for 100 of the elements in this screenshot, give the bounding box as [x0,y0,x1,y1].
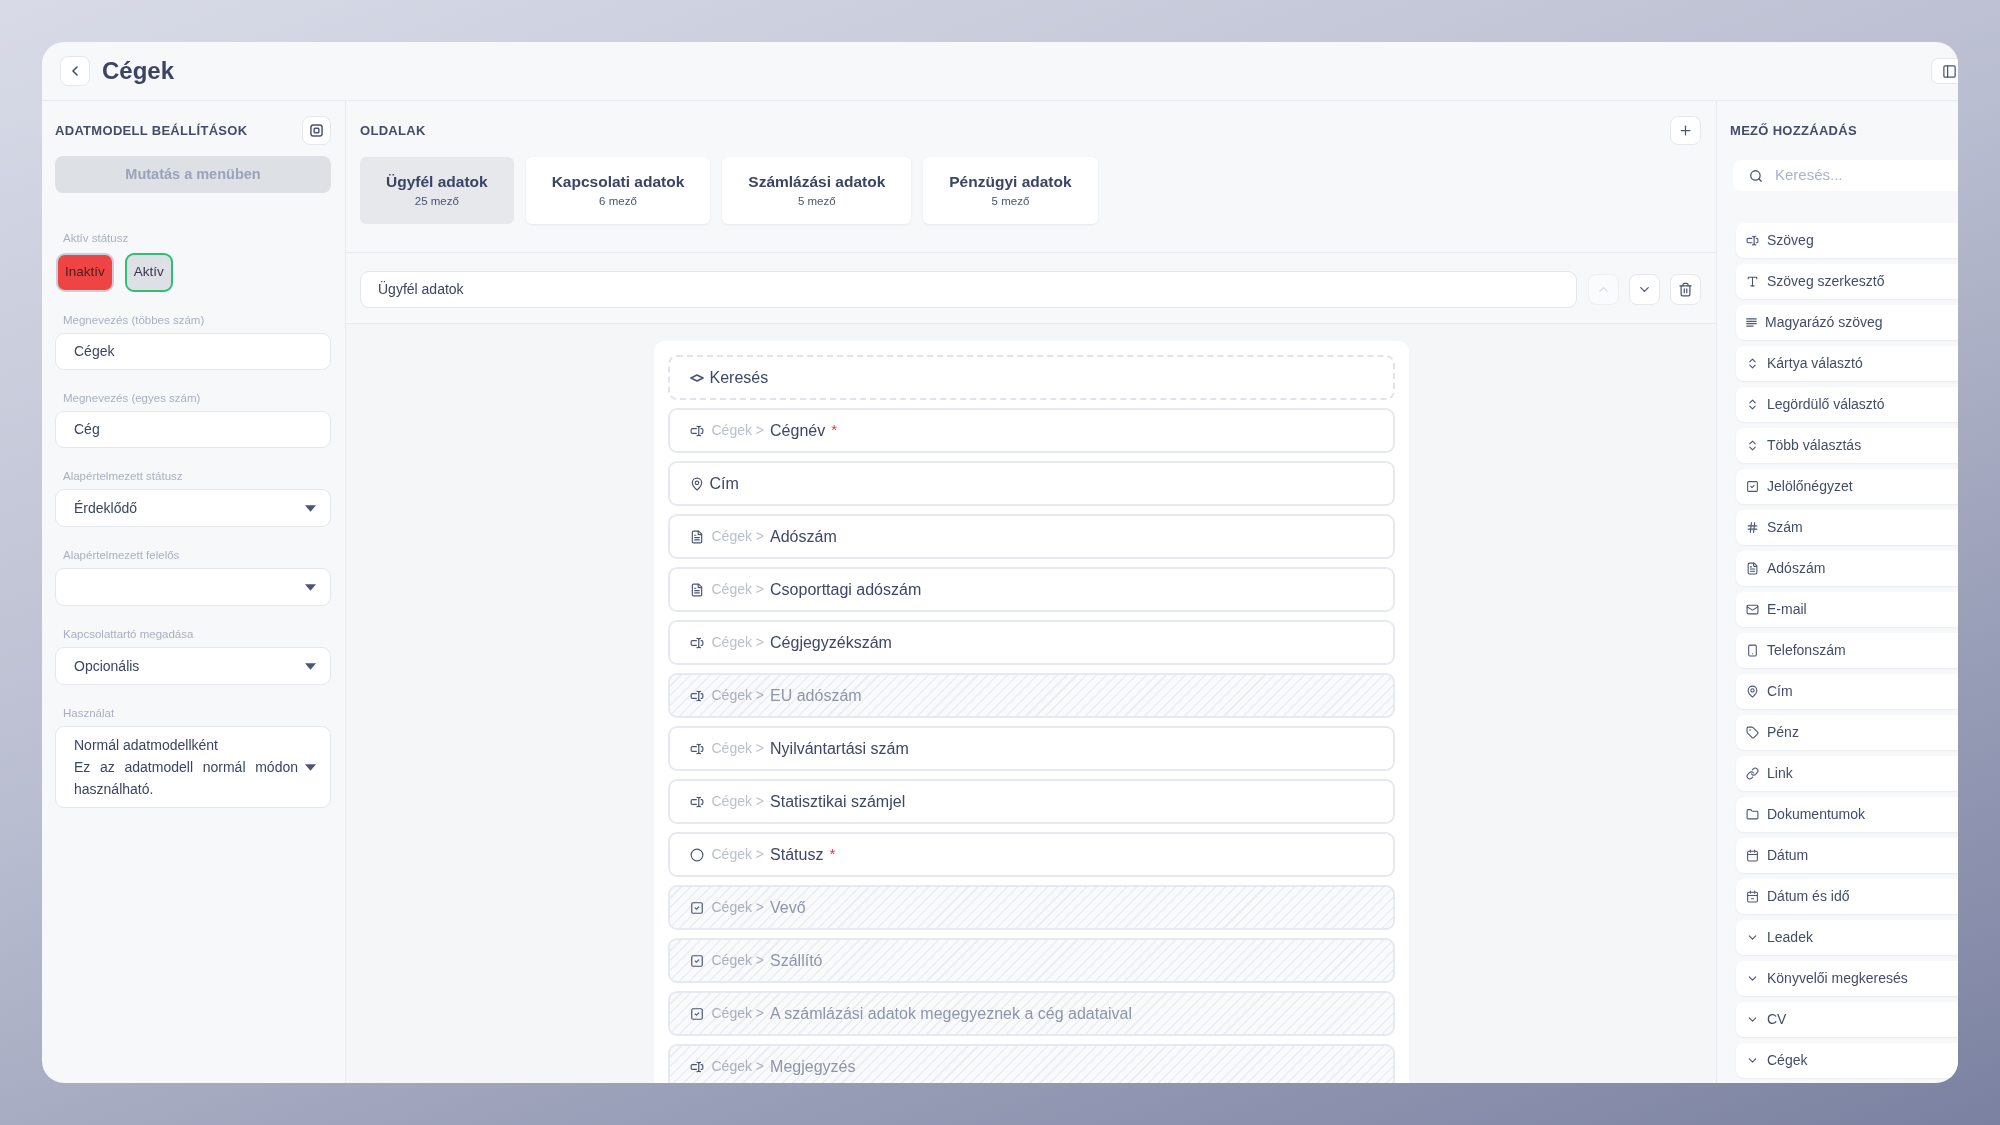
field-type-item[interactable]: Cím [1736,674,1958,709]
field-row[interactable]: Cégek > Státusz * [667,832,1395,877]
diamond-icon [689,373,704,382]
field-name: Keresés [709,367,769,388]
map-pin-icon [1746,685,1759,698]
square-in-square-icon [310,124,323,137]
field-name: Megjegyzés [770,1056,856,1077]
document-icon [689,582,704,597]
path-text: Cégek > [711,527,765,546]
field-label: Kapcsolattartó megadása [62,627,194,641]
checkbox-icon [1746,480,1759,493]
field-name: A számlázási adatok megegyeznek a cég adataival [770,1003,1133,1024]
field-name: Státusz [770,844,824,865]
field-type-item[interactable]: Könyvelői megkeresés [1736,961,1958,996]
field-type-item[interactable]: Dokumentumok [1736,797,1958,832]
field-type-item[interactable]: Dátum [1736,838,1958,873]
field-type-item[interactable]: Adószám [1736,551,1958,586]
field-label: Használat [62,706,115,720]
field-label: Megnevezés (egyes szám) [62,391,201,405]
field-type-item[interactable]: Több választás [1736,428,1958,463]
settings-button[interactable] [302,116,331,145]
field-row[interactable]: Cégek > Cégjegyzékszám [667,620,1395,665]
back-button[interactable] [60,56,90,86]
field-type-item[interactable]: Magyarázó szöveg [1736,305,1958,340]
panel-heading: MEZŐ HOZZÁADÁS [1730,121,1857,140]
up-down-chevron-icon [1746,357,1759,370]
field-row[interactable]: Cégek > Nyilvántartási szám [667,726,1395,771]
circle-icon [689,847,704,862]
page-tab[interactable]: Pénzügyi adatok 5 mező [923,157,1098,224]
field-type-item[interactable]: Legördülő választó [1736,387,1958,422]
window-title: Cégek [102,56,175,86]
folder-icon [1746,808,1759,821]
field-type-item[interactable]: Link [1736,756,1958,791]
field-name: EU adószám [770,685,862,706]
add-button[interactable] [1670,116,1701,145]
panel-heading: ADATMODELL BEÁLLÍTÁSOK [55,121,248,140]
field-row[interactable]: Cím [667,461,1395,506]
panel-icon [1942,63,1957,79]
field-name: Cégnév [770,420,826,441]
select-field[interactable]: Érdeklődő [55,489,331,527]
field-type-item[interactable]: Szöveg szerkesztő [1736,264,1958,299]
path-text: Cégek > [711,421,765,440]
field-type-item[interactable]: Szám [1736,510,1958,545]
panel-toggle-button[interactable] [1931,58,1958,84]
delete-button[interactable] [1670,274,1701,305]
checkbox-icon [689,1006,704,1021]
tag-icon [1746,726,1759,739]
select-field[interactable] [55,568,331,606]
envelope-icon [1746,603,1759,616]
field-row[interactable]: Cégek > Statisztikai számjel [667,779,1395,824]
path-text: Cégek > [711,792,765,811]
field-row[interactable]: Cégek > Cégnév * [667,408,1395,453]
field-type-item[interactable]: Dátum és idő [1736,879,1958,914]
field-name: Vevő [770,897,806,918]
page-name-field[interactable]: Ügyfél adatok [360,271,1577,308]
text-cursor-icon [689,688,704,703]
status-toggle[interactable]: Aktív [124,253,173,292]
letter-t-icon [1746,275,1759,288]
link-icon [1746,767,1759,780]
field-row[interactable]: Cégek > Csoporttagi adószám [667,567,1395,612]
field-name: Cégjegyzékszám [770,632,892,653]
page-tab[interactable]: Számlázási adatok 5 mező [722,157,912,224]
text-cursor-icon [689,1059,704,1074]
up-down-chevron-icon [1746,398,1759,411]
page-tab[interactable]: Kapcsolati adatok 6 mező [525,157,711,224]
required-mark: * [829,844,836,865]
field-name: Szállító [770,950,823,971]
status-toggle[interactable]: Inaktív [56,253,114,292]
field-type-item[interactable]: Cégek [1736,1043,1958,1078]
field-type-item[interactable]: Pénz [1736,715,1958,750]
hash-icon [1746,521,1759,534]
map-pin-icon [689,476,704,491]
lines-icon [1746,317,1757,328]
field-type-item[interactable]: CV [1736,1002,1958,1037]
select-field[interactable]: Normál adatmodellként Ez az adatmodell normál módon használható. [55,726,331,808]
field-type-item[interactable]: Jelölőnégyzet [1736,469,1958,504]
plus-icon [1678,123,1693,138]
page-tab[interactable]: Ügyfél adatok 25 mező [360,157,514,224]
search-field-row[interactable]: Keresés [667,355,1395,400]
text-field[interactable]: Cég [55,411,331,448]
field-row[interactable]: Cégek > Adószám [667,514,1395,559]
select-field[interactable]: Opcionális [55,647,331,685]
document-icon [1746,562,1759,575]
panel-heading: OLDALAK [360,121,426,140]
field-name: Csoporttagi adószám [770,579,922,600]
field-name: Statisztikai számjel [770,791,906,812]
text-field[interactable]: Cégek [55,333,331,370]
path-text: Cégek > [711,580,765,599]
field-type-item[interactable]: Szöveg [1736,223,1958,258]
field-type-item[interactable]: E-mail [1736,592,1958,627]
field-type-item[interactable]: Leadek [1736,920,1958,955]
field-type-item[interactable]: Kártya választó [1736,346,1958,381]
text-cursor-icon [689,741,704,756]
path-text: Cégek > [711,686,765,705]
checkbox-icon [689,900,704,915]
move-down-button[interactable] [1629,274,1660,305]
field-name: Cím [709,473,739,494]
up-down-chevron-icon [1746,439,1759,452]
field-label: Aktív státusz [62,231,129,245]
field-type-item[interactable]: Telefonszám [1736,633,1958,668]
